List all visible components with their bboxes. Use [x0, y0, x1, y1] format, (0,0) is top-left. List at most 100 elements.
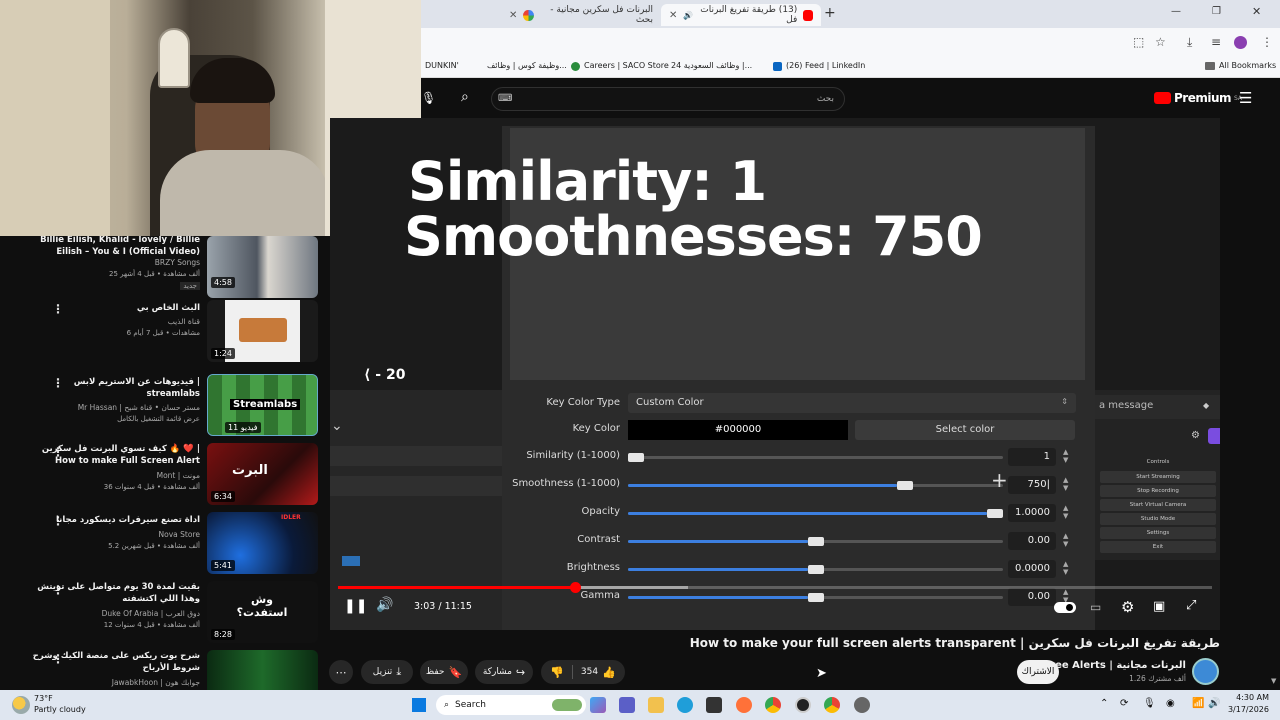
save-button[interactable]: حفظ 🔖: [420, 660, 468, 684]
download-button[interactable]: تنزيل ⤓: [361, 660, 413, 684]
obs-slider-track[interactable]: [628, 537, 1003, 546]
minimize-icon[interactable]: —: [1171, 6, 1181, 17]
playlist-thumbnail[interactable]: Streamlabs: [207, 374, 318, 436]
all-bookmarks[interactable]: All Bookmarks: [1219, 61, 1276, 70]
speaker-icon[interactable]: 🔊: [1208, 698, 1220, 709]
more-actions-button[interactable]: ⋯: [329, 660, 353, 684]
obs-purple-button[interactable]: [1208, 428, 1220, 444]
list-item[interactable]: ⋮ IDLER 5:41 اداة تصنع سيرفرات ديسكورد م…: [0, 512, 330, 578]
scroll-down-arrow[interactable]: ▼: [1271, 677, 1276, 685]
windows-start-icon[interactable]: [411, 697, 427, 713]
stop-recording-button[interactable]: Stop Recording: [1100, 485, 1216, 497]
profile-avatar[interactable]: [1234, 36, 1247, 49]
obs-slider-knob[interactable]: [987, 509, 1003, 518]
hamburger-menu-icon[interactable]: ☰: [1239, 89, 1252, 107]
spin-arrows-icon[interactable]: ▲ ▼: [1063, 560, 1068, 576]
obs-value-spinbox[interactable]: 0.00: [1008, 588, 1056, 606]
obs-value-spinbox[interactable]: 1: [1008, 448, 1056, 466]
obs-icon[interactable]: [795, 697, 811, 713]
obs-slider-knob[interactable]: [628, 453, 644, 462]
close-window-icon[interactable]: ✕: [1252, 5, 1261, 18]
teams-icon[interactable]: [619, 697, 635, 713]
obs-slider-track[interactable]: [628, 565, 1003, 574]
app-icon[interactable]: [854, 697, 870, 713]
key-color-swatch[interactable]: #000000: [628, 420, 848, 440]
new-tab-button[interactable]: +: [824, 5, 836, 21]
like-icon[interactable]: 👍: [602, 666, 616, 679]
chevron-down-icon[interactable]: ⌄: [331, 418, 343, 434]
obs-slider-knob[interactable]: [807, 537, 824, 546]
taskbar-search[interactable]: ⌕ Search: [436, 695, 586, 715]
dislike-icon[interactable]: 👎: [550, 666, 564, 679]
spin-arrows-icon[interactable]: ▲ ▼: [1063, 504, 1068, 520]
chrome-icon[interactable]: [765, 697, 781, 713]
channel-avatar[interactable]: [1192, 658, 1219, 685]
weather-icon[interactable]: [12, 696, 30, 714]
browser-tab-search[interactable]: ✕ البرنات فل سكرين مجانية - بحث: [501, 4, 661, 26]
obs-slider-knob[interactable]: [807, 593, 824, 602]
microphone-icon[interactable]: 🎙: [1143, 698, 1156, 709]
volume-icon[interactable]: 🔊: [376, 597, 393, 613]
bookmark-star-icon[interactable]: ☆: [1155, 35, 1166, 49]
subtitles-icon[interactable]: ▭: [1090, 600, 1101, 614]
obs-value-spinbox[interactable]: 750|: [1008, 476, 1056, 494]
keyboard-icon[interactable]: ⌨: [498, 93, 512, 104]
chrome-active-icon[interactable]: [824, 697, 840, 713]
studio-mode-button[interactable]: Studio Mode: [1100, 513, 1216, 525]
youtube-premium-logo[interactable]: Premium SA: [1154, 91, 1242, 105]
obs-slider-track[interactable]: [628, 481, 1003, 490]
close-icon[interactable]: ✕: [509, 10, 517, 21]
restore-icon[interactable]: ❐: [1212, 6, 1221, 17]
sync-icon[interactable]: ⟳: [1120, 698, 1128, 709]
search-input[interactable]: ⌨ بحث: [491, 87, 845, 111]
spin-arrows-icon[interactable]: ▲ ▼: [1063, 476, 1068, 492]
list-item[interactable]: ⋮ البرت 6:34 كيف تسوي البرنت فل سكرين 🔥 …: [0, 443, 330, 509]
browser-tab-youtube[interactable]: ✕ 🔊 (13) طريقة تفريغ البرنات فل: [661, 4, 821, 26]
clock-date[interactable]: 3/17/2026: [1227, 705, 1269, 714]
bookmark-linkedin[interactable]: (26) Feed | LinkedIn: [786, 61, 865, 70]
playlist-icon[interactable]: ≡: [1211, 35, 1221, 49]
location-icon[interactable]: ◉: [1166, 698, 1175, 709]
key-color-type-select[interactable]: Custom Color ⇕: [628, 393, 1076, 413]
select-color-button[interactable]: Select color: [855, 420, 1075, 440]
obs-value-spinbox[interactable]: 1.0000: [1008, 504, 1056, 522]
obs-value-spinbox[interactable]: 0.0000: [1008, 560, 1056, 578]
list-item[interactable]: 4:58 Billie Eilish, Khalid - lovely / Bi…: [0, 236, 330, 302]
menu-icon[interactable]: ⋮: [1261, 35, 1273, 49]
copilot-icon[interactable]: [590, 697, 606, 713]
obs-slider-track[interactable]: [628, 509, 1003, 518]
bookmark-saco[interactable]: Careers | SACO Store: [584, 61, 669, 70]
theater-mode-icon[interactable]: ▣: [1153, 599, 1165, 614]
download-icon[interactable]: ⤓: [1187, 35, 1192, 50]
voice-search-icon[interactable]: 🎙: [421, 91, 436, 105]
settings-gear-icon[interactable]: ⚙: [1121, 598, 1134, 616]
firefox-icon[interactable]: [736, 697, 752, 713]
close-icon[interactable]: ✕: [669, 10, 677, 21]
edge-icon[interactable]: [677, 697, 693, 713]
start-virtual-camera-button[interactable]: Start Virtual Camera: [1100, 499, 1216, 511]
bookmark-dunkin[interactable]: DUNKIN': [425, 61, 459, 70]
search-icon[interactable]: ⌕: [461, 89, 469, 105]
autoplay-toggle[interactable]: [1054, 602, 1076, 613]
obs-value-spinbox[interactable]: 0.00: [1008, 532, 1056, 550]
list-item[interactable]: ⋮ وش استفدت؟ 8:28 بقيت لمدة 30 يوم متواص…: [0, 581, 330, 647]
chevron-updown-icon[interactable]: ◆: [1203, 401, 1209, 410]
bookmark-saudi-jobs[interactable]: وظائف السعودية 24 |...: [671, 61, 752, 70]
install-icon[interactable]: ⬚: [1133, 35, 1144, 49]
list-item[interactable]: ⋮ 1:24 البث الخاص بي قناة الذيب 6 مشاهدا…: [0, 300, 330, 366]
tray-chevron-icon[interactable]: ⌃: [1100, 698, 1108, 709]
obs-slider-knob[interactable]: [807, 565, 824, 574]
video-progress-bar[interactable]: [338, 582, 1212, 593]
video-thumbnail[interactable]: [207, 650, 318, 690]
wifi-icon[interactable]: 📶: [1192, 698, 1204, 709]
pause-icon[interactable]: ❚❚: [344, 598, 367, 614]
exit-button[interactable]: Exit: [1100, 541, 1216, 553]
obs-slider-track[interactable]: [628, 593, 1003, 602]
file-explorer-icon[interactable]: [648, 697, 664, 713]
share-button[interactable]: مشاركة ↪: [475, 660, 533, 684]
list-item[interactable]: ⋮ شرح بوت ريكس على منصة الكيك وشرح شروط …: [0, 650, 330, 690]
settings-button[interactable]: Settings: [1100, 527, 1216, 539]
spin-arrows-icon[interactable]: ▲ ▼: [1063, 448, 1068, 464]
store-icon[interactable]: [706, 697, 722, 713]
start-streaming-button[interactable]: Start Streaming: [1100, 471, 1216, 483]
